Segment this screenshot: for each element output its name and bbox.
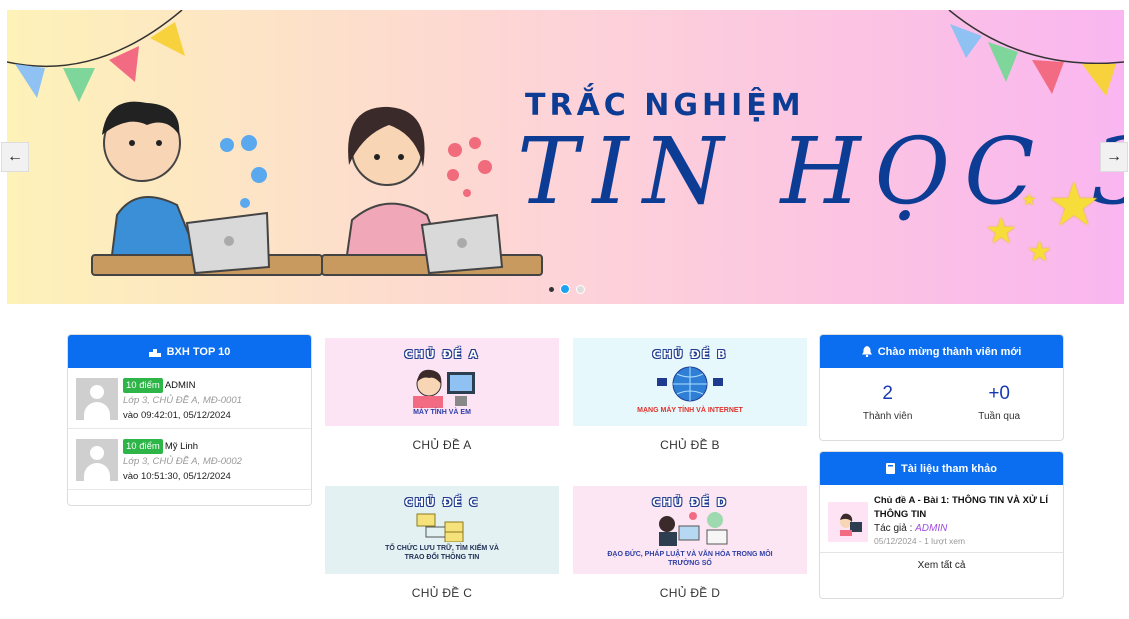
arrow-left-icon: ← xyxy=(7,148,23,165)
arrow-right-icon: → xyxy=(1106,148,1122,165)
user-name: Mỹ Linh xyxy=(164,441,199,452)
author-prefix: Tác giả : xyxy=(874,523,913,534)
topic-heading: CHỦ ĐỀ C xyxy=(404,496,480,509)
attempt-time: vào 10:51:30, 05/12/2024 xyxy=(123,471,231,482)
topic-caption: TỔ CHỨC LƯU TRỮ, TÌM KIẾM VÀ TRAO ĐỔI TH… xyxy=(385,545,499,561)
weekly-stat: +0 Tuần qua xyxy=(978,383,1020,430)
star-icon: ★ xyxy=(985,210,1018,251)
digital-ethics-illustration xyxy=(659,512,728,546)
garland-right-decoration xyxy=(948,10,1124,96)
ranking-header: BXH TOP 10 xyxy=(68,335,311,368)
topic-caption: MẠNG MÁY TÍNH VÀ INTERNET xyxy=(637,407,743,414)
resources-card: Tài liệu tham khảo Chủ đề A - Bài 1: THÔ… xyxy=(819,451,1064,599)
globe-network-illustration xyxy=(657,366,723,402)
topic-label[interactable]: CHỦ ĐỀ A xyxy=(325,438,559,452)
carousel-indicators[interactable] xyxy=(549,284,585,294)
resource-item[interactable]: Chủ đề A - Bài 1: THÔNG TIN VÀ XỬ LÍ THÔ… xyxy=(820,485,1063,553)
hero-banner: TRẮC NGHIỆM TIN HỌC 3 ★ ★ ★ ★ xyxy=(7,10,1124,304)
ranking-row[interactable]: 10 điểm Mỹ Linh Lớp 3, CHỦ ĐỀ A, MĐ-0002 … xyxy=(68,429,311,490)
topic-label[interactable]: CHỦ ĐỀ D xyxy=(573,586,807,600)
carousel-dot-active[interactable] xyxy=(560,284,570,294)
topic-card-c[interactable]: CHỦ ĐỀ C TỔ CHỨC LƯU TRỮ, TÌM KIẾM VÀ TR… xyxy=(325,486,559,600)
welcome-header: Chào mừng thành viên mới xyxy=(820,335,1063,368)
book-icon xyxy=(886,463,896,474)
welcome-title: Chào mừng thành viên mới xyxy=(877,345,1022,358)
ranking-title: BXH TOP 10 xyxy=(166,345,231,358)
attempt-meta: Lớp 3, CHỦ ĐỀ A, MĐ-0001 xyxy=(123,395,242,406)
user-name: ADMIN xyxy=(164,380,196,391)
bell-icon xyxy=(861,346,872,357)
topic-image[interactable]: CHỦ ĐỀ A MÁY TÍNH VÀ EM xyxy=(325,338,559,426)
star-icon: ★ xyxy=(1022,192,1037,209)
resource-author: Tác giả : ADMIN xyxy=(874,523,1055,534)
carousel-dot[interactable] xyxy=(576,284,585,294)
score-badge: 10 điểm xyxy=(123,378,163,393)
see-all-link[interactable]: Xem tất cả xyxy=(820,553,1063,579)
resource-meta: 05/12/2024 - 1 lượt xem xyxy=(874,536,966,546)
topic-label[interactable]: CHỦ ĐỀ B xyxy=(573,438,807,452)
girl-laptop-illustration xyxy=(321,106,543,276)
topic-caption: MÁY TÍNH VÀ EM xyxy=(413,409,471,416)
carousel-dot[interactable] xyxy=(549,286,554,292)
resource-thumbnail-art xyxy=(840,513,862,536)
weekly-label: Tuần qua xyxy=(978,411,1021,422)
members-label: Thành viên xyxy=(862,411,913,422)
attempt-time: vào 09:42:01, 05/12/2024 xyxy=(123,410,231,421)
ranking-row[interactable]: 10 điểm ADMIN Lớp 3, CHỦ ĐỀ A, MĐ-0001 và… xyxy=(68,368,311,429)
avatar xyxy=(76,439,118,481)
score-badge: 10 điểm xyxy=(123,439,163,454)
carousel-prev-button[interactable]: ← xyxy=(1,142,29,172)
topic-image[interactable]: CHỦ ĐỀ B MẠNG MÁY TÍNH VÀ INTERNET xyxy=(573,338,807,426)
resources-header: Tài liệu tham khảo xyxy=(820,452,1063,485)
welcome-card: Chào mừng thành viên mới 2 Thành viên +0… xyxy=(819,334,1064,441)
topic-card-b[interactable]: CHỦ ĐỀ B MẠNG MÁY TÍNH VÀ INTERNET CHỦ Đ… xyxy=(573,338,807,452)
topic-label[interactable]: CHỦ ĐỀ C xyxy=(325,586,559,600)
members-count: 2 xyxy=(882,383,893,404)
boy-laptop-illustration xyxy=(91,101,323,276)
resource-title[interactable]: Chủ đề A - Bài 1: THÔNG TIN VÀ XỬ LÍ THÔ… xyxy=(874,494,1055,522)
star-icon: ★ xyxy=(1047,171,1101,238)
topic-heading: CHỦ ĐỀ A xyxy=(404,348,480,361)
topic-caption: ĐẠO ĐỨC, PHÁP LUẬT VÀ VĂN HÓA TRONG MÔI … xyxy=(607,551,773,567)
computer-girl-illustration xyxy=(413,369,475,408)
resource-thumbnail[interactable] xyxy=(828,502,868,542)
author-name[interactable]: ADMIN xyxy=(915,523,947,534)
topic-card-a[interactable]: CHỦ ĐỀ A MÁY TÍNH VÀ EM CHỦ ĐỀ A xyxy=(325,338,559,452)
topic-heading: CHỦ ĐỀ B xyxy=(652,348,728,361)
folder-tree-illustration xyxy=(416,513,464,542)
carousel-next-button[interactable]: → xyxy=(1100,142,1128,172)
resources-title: Tài liệu tham khảo xyxy=(901,462,997,475)
topic-card-d[interactable]: CHỦ ĐỀ D ĐẠO ĐỨC, PHÁP LUẬT VÀ VĂN HÓA T… xyxy=(573,486,807,600)
weekly-count: +0 xyxy=(988,383,1010,404)
attempt-meta: Lớp 3, CHỦ ĐỀ A, MĐ-0002 xyxy=(123,456,242,467)
star-icon: ★ xyxy=(1027,236,1053,267)
topic-image[interactable]: CHỦ ĐỀ C TỔ CHỨC LƯU TRỮ, TÌM KIẾM VÀ TR… xyxy=(325,486,559,574)
podium-icon xyxy=(148,348,161,357)
ranking-card: BXH TOP 10 10 điểm ADMIN Lớp 3, CHỦ ĐỀ A,… xyxy=(67,334,312,506)
avatar xyxy=(76,378,118,420)
topic-image[interactable]: CHỦ ĐỀ D ĐẠO ĐỨC, PHÁP LUẬT VÀ VĂN HÓA T… xyxy=(573,486,807,574)
members-stat: 2 Thành viên xyxy=(863,383,912,430)
